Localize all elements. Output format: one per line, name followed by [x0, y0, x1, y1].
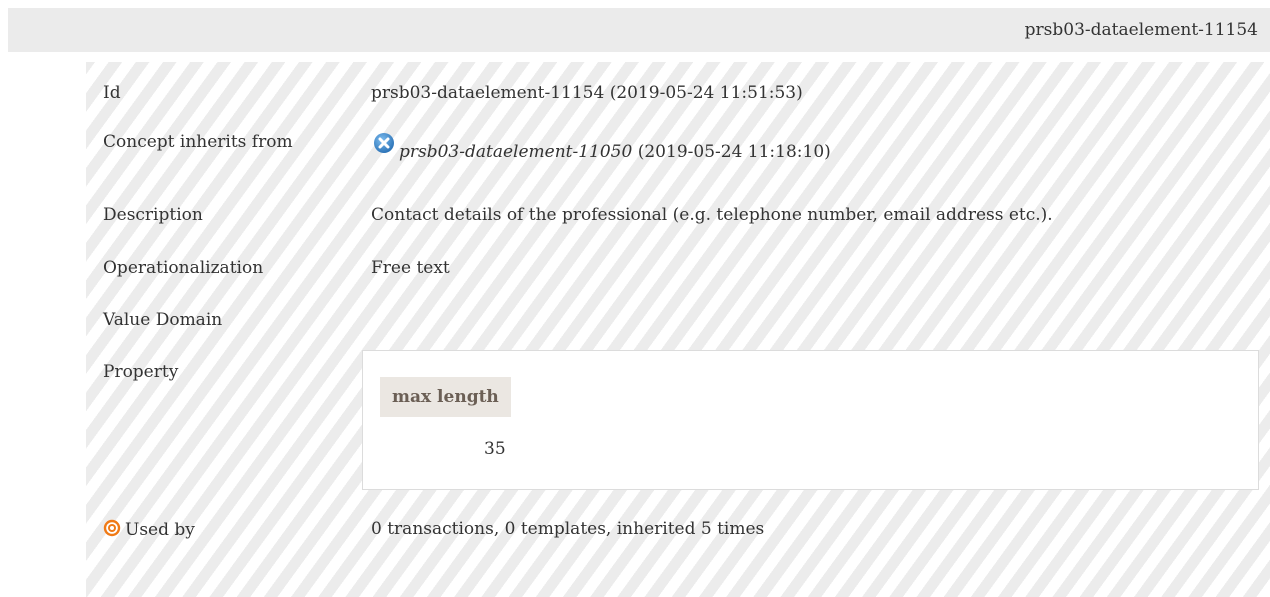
- target-icon: [103, 519, 121, 537]
- concept-details-panel: Id prsb03-dataelement-11154 (2019-05-24 …: [86, 62, 1270, 597]
- description-label: Description: [103, 205, 203, 225]
- circle-x-icon[interactable]: [373, 132, 394, 153]
- inherits-date: (2019-05-24 11:18:10): [637, 142, 831, 162]
- inherits-value: prsb03-dataelement-11050 (2019-05-24 11:…: [371, 133, 831, 162]
- inherits-label: Concept inherits from: [103, 132, 293, 152]
- max-length-column-header: max length: [380, 377, 511, 417]
- operationalization-label: Operationalization: [103, 258, 264, 278]
- max-length-value: 35: [484, 439, 506, 459]
- header-concept-id: prsb03-dataelement-11154: [1024, 20, 1258, 40]
- description-value: Contact details of the professional (e.g…: [371, 205, 1053, 225]
- used-by-label[interactable]: Used by: [103, 517, 195, 540]
- property-table: max length 35: [362, 350, 1259, 490]
- used-by-label-text: Used by: [125, 520, 195, 540]
- operationalization-value: Free text: [371, 258, 450, 278]
- id-label: Id: [103, 83, 121, 103]
- header-bar: prsb03-dataelement-11154: [8, 8, 1270, 52]
- inherits-from-link[interactable]: prsb03-dataelement-11050: [399, 142, 632, 162]
- id-value: prsb03-dataelement-11154 (2019-05-24 11:…: [371, 83, 803, 103]
- property-label: Property: [103, 362, 179, 382]
- used-by-value: 0 transactions, 0 templates, inherited 5…: [371, 519, 765, 539]
- value-domain-label: Value Domain: [103, 310, 223, 330]
